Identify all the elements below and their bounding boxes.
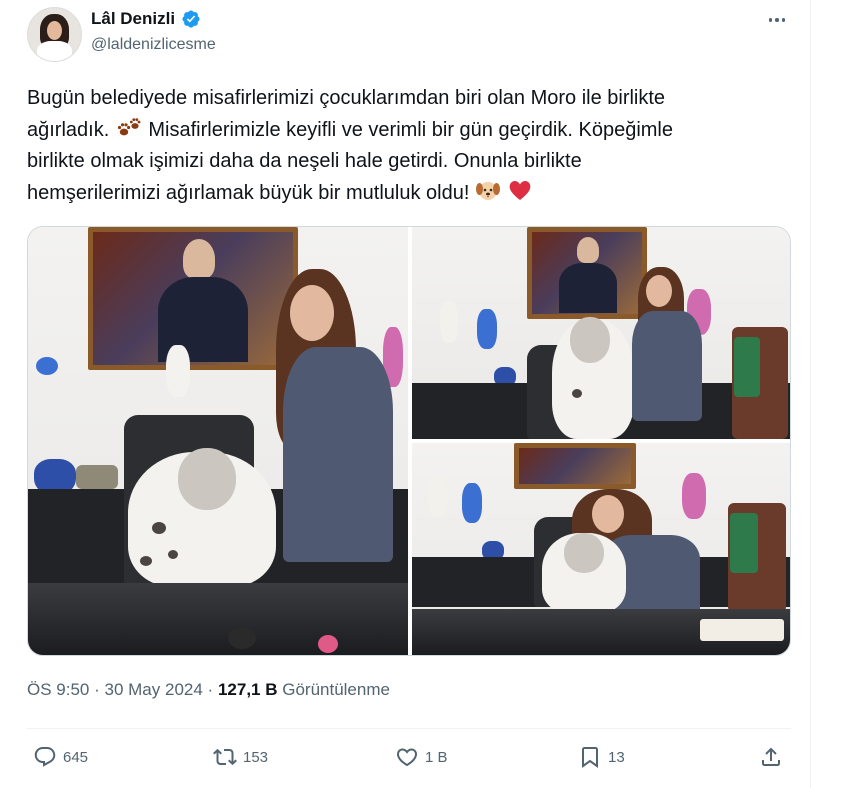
tweet[interactable]: Lâl Denizli @laldenizlicesme Bugün beled… [0, 0, 810, 788]
timeline-border [810, 0, 811, 788]
tweet-text: Bugün belediyede misafirlerimizi çocukla… [27, 83, 797, 209]
divider [27, 728, 791, 729]
tweet-date[interactable]: 30 May 2024 [105, 680, 203, 699]
tweet-line: ağırladık. Misafirlerimizle keyifli ve v… [27, 115, 797, 147]
tweet-meta: ÖS 9:50 · 30 May 2024 · 127,1 B Görüntül… [27, 680, 390, 700]
photo-3[interactable] [412, 443, 790, 655]
share-icon [762, 747, 780, 766]
author-name-row: Lâl Denizli [91, 9, 201, 29]
media-grid[interactable] [27, 226, 791, 656]
meta-separator: · [207, 680, 214, 699]
like-button[interactable]: 1 B [395, 745, 448, 769]
more-options-icon[interactable] [763, 9, 791, 31]
author-name[interactable]: Lâl Denizli [91, 9, 175, 29]
photo-2[interactable] [412, 227, 790, 439]
bookmark-icon [582, 747, 598, 768]
tweet-line: Bugün belediyede misafirlerimizi çocukla… [27, 87, 666, 109]
bookmark-count: 13 [608, 748, 625, 766]
views-count: 127,1 B [217, 680, 278, 699]
retweet-button[interactable]: 153 [213, 745, 268, 769]
reply-count: 645 [63, 748, 89, 766]
meta-separator: · [94, 680, 100, 699]
photo-1[interactable] [28, 227, 408, 655]
red-heart-emoji-icon [509, 180, 530, 200]
tweet-line: hemşerilerimizi ağırlamak büyük bir mutl… [27, 178, 797, 210]
like-count: 1 B [425, 748, 448, 766]
tweet-line: birlikte olmak işimizi daha da neşeli ha… [27, 150, 582, 172]
heart-icon [396, 748, 418, 767]
dog-face-emoji-icon [475, 181, 500, 200]
tweet-line-text: Misafirlerimizle keyifli ve verimli bir … [148, 118, 673, 141]
paw-prints-emoji-icon [117, 117, 141, 135]
tweet-line-text: hemşerilerimizi ağırlamak büyük bir mutl… [27, 181, 470, 204]
tweet-line-text: ağırladık. [27, 118, 110, 141]
avatar[interactable] [27, 7, 82, 62]
tweet-time[interactable]: ÖS 9:50 [27, 680, 89, 699]
views-label: Görüntülenme [282, 680, 390, 699]
bookmark-button[interactable]: 13 [578, 745, 625, 769]
retweet-icon [213, 748, 237, 766]
retweet-count: 153 [243, 748, 269, 766]
reply-icon [34, 747, 56, 767]
reply-button[interactable]: 645 [33, 745, 88, 769]
share-button[interactable] [759, 745, 783, 769]
verified-badge-icon[interactable] [181, 9, 201, 29]
action-bar: 645 153 1 B 13 [27, 745, 791, 773]
author-handle[interactable]: @laldenizlicesme [91, 36, 216, 54]
